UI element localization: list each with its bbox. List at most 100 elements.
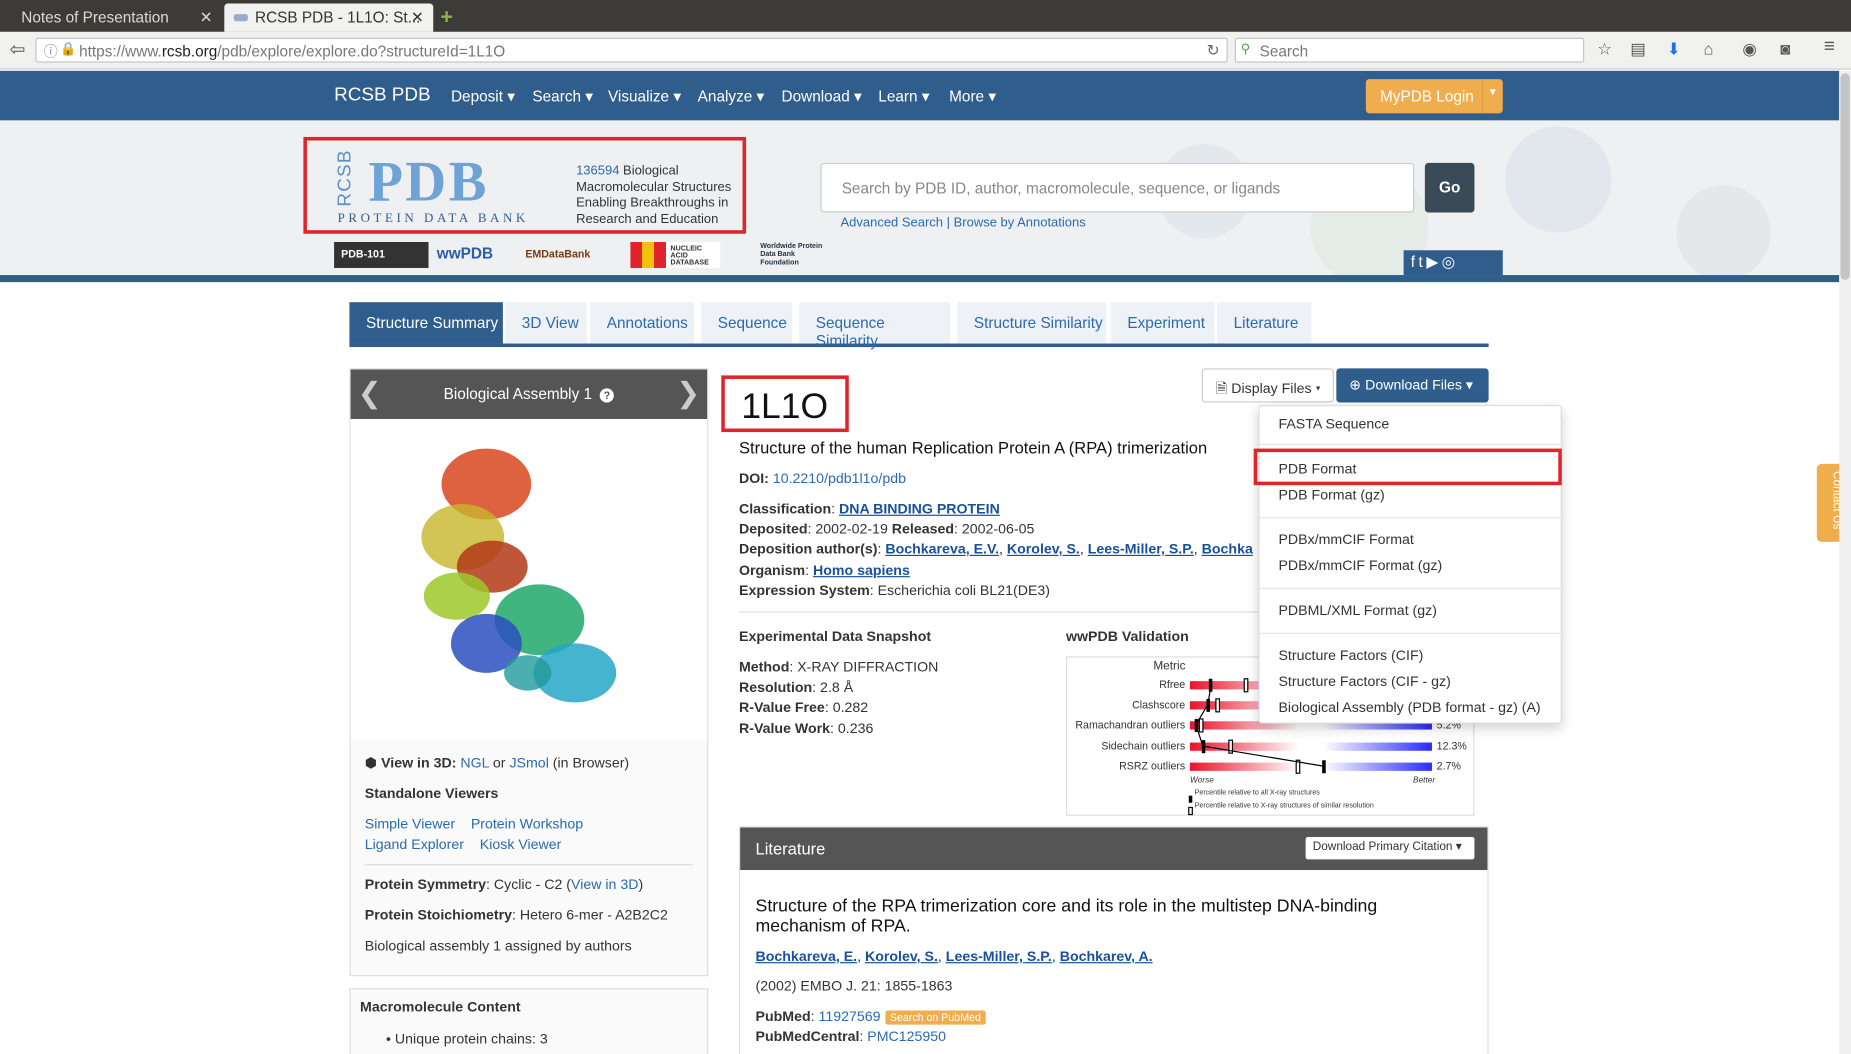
page-scrollbar[interactable]: [1839, 70, 1851, 1054]
download-citation-button[interactable]: Download Primary Citation ▾: [1305, 836, 1475, 860]
doi-link[interactable]: 10.2210/pdb1l1o/pdb: [773, 470, 906, 487]
pdb-logo[interactable]: RCSB PDB PROTEIN DATA BANK 136594 Biolog…: [303, 136, 747, 234]
caret-down-icon[interactable]: ▾: [1481, 79, 1503, 114]
tab-annotations[interactable]: Annotations: [590, 302, 695, 344]
bookmark-star-icon[interactable]: ☆: [1597, 39, 1612, 59]
new-tab-icon[interactable]: +: [440, 5, 452, 30]
reload-icon[interactable]: ↻: [1207, 41, 1220, 60]
pocket-icon[interactable]: ◙: [1780, 39, 1790, 58]
downloads-icon[interactable]: ⬇: [1667, 39, 1681, 59]
menu-deposit[interactable]: Deposit ▾: [451, 87, 515, 106]
emdatabank-logo[interactable]: EMDataBank: [525, 242, 619, 268]
kiosk-viewer-link[interactable]: Kiosk Viewer: [480, 836, 562, 853]
info-icon[interactable]: ⓘ: [44, 41, 58, 61]
author-link[interactable]: Bochkareva, E.V.: [885, 541, 999, 558]
lock-icon: 🔒: [60, 42, 77, 57]
browser-search-input[interactable]: ⚲ Search: [1234, 37, 1585, 63]
author-link[interactable]: Korolev, S.: [1007, 541, 1080, 558]
menu-item-mmcif[interactable]: PDBx/mmCIF Format: [1278, 531, 1413, 548]
symmetry-view-3d-link[interactable]: View in 3D: [571, 876, 638, 893]
assembly-header: ❮ Biological Assembly 1 ? ❯: [350, 369, 708, 420]
github-icon[interactable]: ◎: [1442, 253, 1459, 271]
menu-download[interactable]: Download ▾: [781, 87, 861, 106]
social-icons[interactable]: ft▶◎: [1403, 250, 1503, 276]
tab-structure-similarity[interactable]: Structure Similarity: [957, 302, 1107, 344]
search-on-pubmed-button[interactable]: Search on PubMed: [885, 1010, 986, 1025]
organism-link[interactable]: Homo sapiens: [813, 562, 910, 579]
jsmol-link[interactable]: JSmol: [509, 754, 548, 771]
youtube-icon[interactable]: ▶: [1426, 253, 1441, 271]
protein-workshop-link[interactable]: Protein Workshop: [471, 816, 583, 833]
advanced-search-link[interactable]: Advanced Search | Browse by Annotations: [841, 216, 1086, 230]
pdb101-logo[interactable]: PDB-101: [334, 242, 429, 268]
viewer-links-row1: Simple Viewer Protein Workshop: [365, 816, 583, 833]
author-link[interactable]: Bochka: [1202, 541, 1253, 558]
author-link[interactable]: Lees-Miller, S.P.: [946, 948, 1052, 965]
simple-viewer-link[interactable]: Simple Viewer: [365, 816, 455, 833]
wwpdb-logo[interactable]: wwPDB: [437, 242, 515, 268]
home-icon[interactable]: ⌂: [1703, 39, 1713, 58]
menu-item-structure-factors[interactable]: Structure Factors (CIF): [1278, 647, 1423, 664]
file-icon: 🗎: [1215, 380, 1228, 397]
chat-icon[interactable]: ◉: [1742, 39, 1756, 59]
author-link[interactable]: Lees-Miller, S.P.: [1088, 541, 1194, 558]
ligand-explorer-link[interactable]: Ligand Explorer: [365, 836, 464, 853]
chevron-left-icon[interactable]: ❮: [358, 377, 382, 411]
display-files-button[interactable]: 🗎 Display Files ▾: [1201, 368, 1334, 403]
tab-sequence[interactable]: Sequence: [701, 302, 793, 344]
view-in-3d: ⬢ View in 3D: NGL or JSmol (in Browser): [365, 754, 629, 771]
deposited-date: 2002-02-19: [815, 520, 888, 538]
menu-visualize[interactable]: Visualize ▾: [608, 87, 681, 106]
author-link[interactable]: Korolev, S.: [865, 948, 938, 965]
menu-more[interactable]: More ▾: [949, 87, 996, 106]
chevron-right-icon[interactable]: ❯: [676, 377, 700, 411]
legend-similar: Percentile relative to X-ray structures …: [1194, 802, 1374, 810]
browser-tab-notes[interactable]: Notes of Presentation ✕: [0, 4, 222, 32]
help-icon[interactable]: ?: [599, 388, 615, 403]
menu-icon[interactable]: ≡: [1824, 37, 1835, 58]
pubmed-link[interactable]: 11927569: [818, 1008, 880, 1025]
menu-search[interactable]: Search ▾: [532, 87, 593, 106]
site-brand[interactable]: RCSB PDB: [334, 85, 431, 106]
released-date: 2002-06-05: [961, 520, 1035, 538]
mypdb-login-button[interactable]: MyPDB Login ▾: [1365, 79, 1503, 114]
menu-item-pdbml[interactable]: PDBML/XML Format (gz): [1278, 602, 1436, 619]
download-files-button[interactable]: ⊕ Download Files ▾: [1336, 368, 1489, 403]
classification-row: Classification: DNA BINDING PROTEIN: [738, 500, 1000, 518]
menu-item-mmcif-gz[interactable]: PDBx/mmCIF Format (gz): [1278, 557, 1442, 574]
pmc-link[interactable]: PMC125950: [867, 1028, 946, 1045]
url-bar[interactable]: ⓘ 🔒 https://www.rcsb.org/pdb/explore/exp…: [35, 37, 1228, 63]
url-domain: rcsb.org: [161, 42, 218, 61]
tab-sequence-similarity[interactable]: Sequence Similarity: [799, 302, 951, 349]
tab-literature[interactable]: Literature: [1217, 302, 1312, 344]
wwpdb-foundation-logo[interactable]: Worldwide Protein Data Bank Foundation: [727, 242, 824, 268]
ndb-logo[interactable]: NUCLEIC ACID DATABASE: [630, 242, 721, 268]
menu-item-pdb-format-gz[interactable]: PDB Format (gz): [1278, 486, 1384, 503]
ngl-link[interactable]: NGL: [460, 754, 489, 771]
molecule-image[interactable]: [350, 419, 708, 741]
back-arrow-icon[interactable]: ⇦: [9, 38, 25, 62]
tab-experiment[interactable]: Experiment: [1110, 302, 1215, 344]
tab-3d-view[interactable]: 3D View: [505, 302, 587, 344]
menu-item-fasta[interactable]: FASTA Sequence: [1278, 416, 1389, 433]
download-circle-icon: ⊕: [1349, 376, 1362, 394]
paper-authors: Bochkareva, E., Korolev, S., Lees-Miller…: [755, 947, 1153, 965]
reading-list-icon[interactable]: ▤: [1630, 39, 1646, 59]
scrollbar-thumb[interactable]: [1840, 73, 1850, 280]
go-label: Go: [1439, 178, 1461, 196]
author-link[interactable]: Bochkarev, A.: [1060, 948, 1153, 965]
author-link[interactable]: Bochkareva, E.: [756, 948, 858, 965]
tab-structure-summary[interactable]: Structure Summary: [349, 302, 503, 344]
go-button[interactable]: Go: [1424, 162, 1475, 213]
close-icon[interactable]: ✕: [411, 8, 424, 27]
menu-analyze[interactable]: Analyze ▾: [698, 87, 765, 106]
structure-search-input[interactable]: Search by PDB ID, author, macromolecule,…: [820, 162, 1415, 213]
classification-link[interactable]: DNA BINDING PROTEIN: [839, 501, 1000, 518]
close-icon[interactable]: ✕: [200, 8, 213, 27]
menu-divider: [1259, 632, 1561, 634]
menu-learn[interactable]: Learn ▾: [878, 87, 929, 106]
browser-tab-rcsb[interactable]: RCSB PDB - 1L1O: St... ✕: [224, 3, 434, 32]
menu-item-structure-factors-gz[interactable]: Structure Factors (CIF - gz): [1278, 673, 1450, 690]
menu-item-biological-assembly[interactable]: Biological Assembly (PDB format - gz) (A…: [1278, 699, 1540, 716]
facebook-icon[interactable]: f: [1411, 253, 1419, 271]
